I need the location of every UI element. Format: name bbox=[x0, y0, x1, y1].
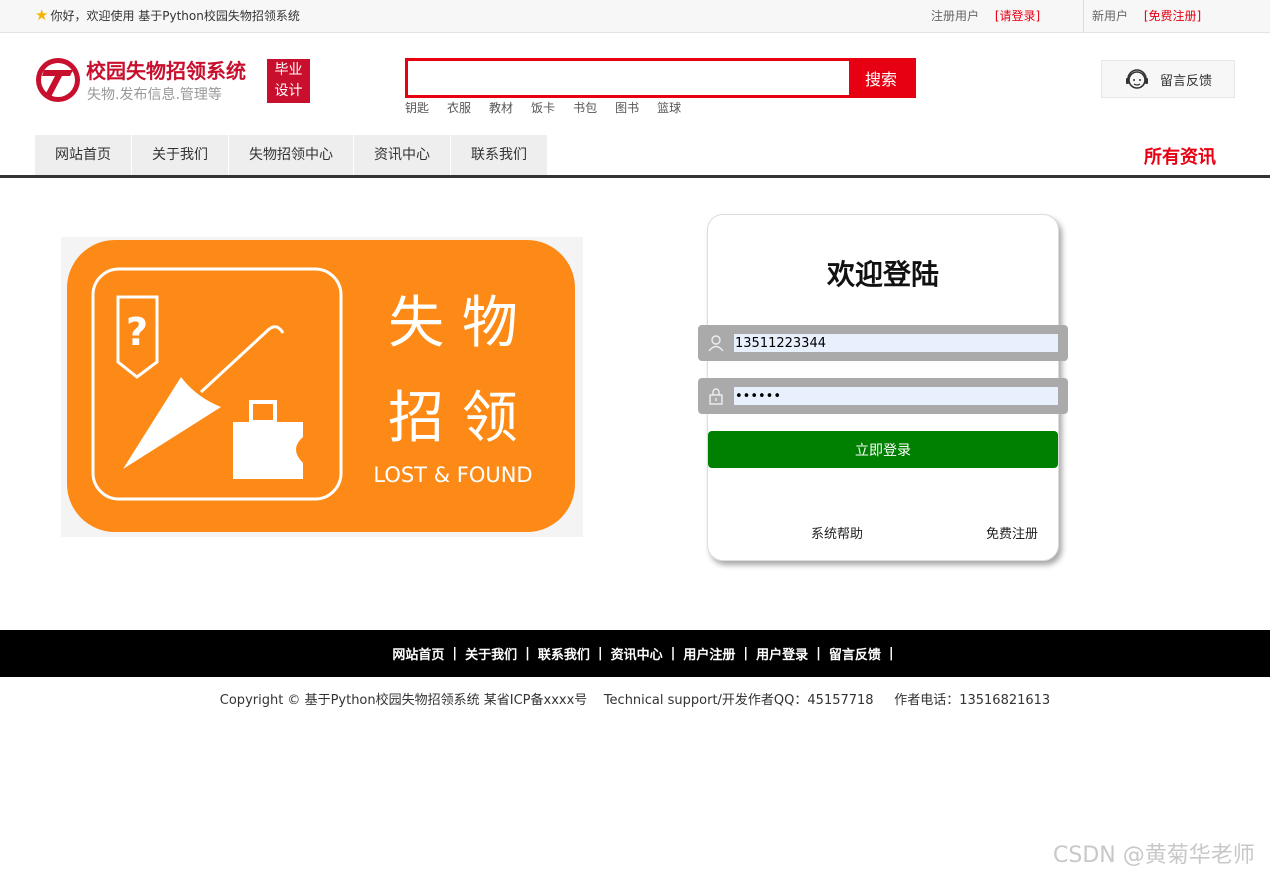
registered-label: 注册用户 bbox=[931, 9, 980, 23]
password-input[interactable] bbox=[734, 387, 1058, 405]
footer-link-register[interactable]: 用户注册 bbox=[683, 644, 735, 663]
footer-separator: | bbox=[743, 646, 749, 661]
search-box: 搜索 bbox=[405, 58, 916, 98]
footer-separator: | bbox=[525, 646, 530, 661]
top-bar: ★ 你好，欢迎使用 基于Python校园失物招领系统 注册用户 [请登录] 新用… bbox=[0, 0, 1270, 33]
login-title: 欢迎登陆 bbox=[826, 258, 939, 291]
logo-mark-icon bbox=[36, 58, 80, 102]
svg-text:?: ? bbox=[126, 310, 148, 354]
welcome-message: ★ 你好，欢迎使用 基于Python校园失物招领系统 bbox=[35, 7, 300, 24]
login-button[interactable]: 立即登录 bbox=[708, 431, 1058, 468]
system-help-link[interactable]: 系统帮助 bbox=[811, 523, 863, 542]
footer-link-news[interactable]: 资讯中心 bbox=[611, 644, 663, 663]
all-news-link[interactable]: 所有资讯 bbox=[1144, 143, 1216, 169]
register-link[interactable]: [免费注册] bbox=[1144, 9, 1201, 23]
hotword-item[interactable]: 图书 bbox=[615, 99, 639, 116]
nav-item-home[interactable]: 网站首页 bbox=[35, 135, 131, 175]
welcome-text: 你好，欢迎使用 基于Python校园失物招领系统 bbox=[50, 9, 300, 23]
search-input[interactable] bbox=[408, 61, 852, 95]
password-field bbox=[698, 378, 1068, 414]
user-icon bbox=[708, 335, 724, 352]
logo-badge: 毕业 设计 bbox=[267, 59, 310, 103]
nav-item-news[interactable]: 资讯中心 bbox=[354, 135, 450, 175]
footer-link-home[interactable]: 网站首页 bbox=[392, 644, 444, 663]
hotword-item[interactable]: 饭卡 bbox=[531, 99, 555, 116]
customer-service-icon bbox=[1126, 69, 1148, 89]
lost-found-illustration: ? 失 物 招 领 LOST & FOUND bbox=[67, 240, 575, 532]
banner-english: LOST & FOUND bbox=[373, 463, 532, 487]
footer-separator: | bbox=[816, 646, 821, 661]
site-logo[interactable]: 校园失物招领系统 失物.发布信息.管理等 毕业 设计 bbox=[35, 55, 315, 107]
username-field bbox=[698, 325, 1068, 361]
nav-item-about[interactable]: 关于我们 bbox=[132, 135, 228, 175]
free-register-link[interactable]: 免费注册 bbox=[986, 523, 1038, 542]
hotword-item[interactable]: 钥匙 bbox=[405, 99, 429, 116]
footer-separator: | bbox=[670, 646, 676, 661]
footer-link-contact[interactable]: 联系我们 bbox=[538, 644, 590, 663]
nav-divider bbox=[0, 175, 1270, 178]
feedback-label: 留言反馈 bbox=[1160, 73, 1213, 89]
badge-line-2: 设计 bbox=[274, 83, 303, 99]
banner-line-2: 招 领 bbox=[388, 386, 518, 451]
footer-link-login[interactable]: 用户登录 bbox=[756, 644, 808, 663]
footer-separator: | bbox=[452, 646, 458, 661]
csdn-watermark: CSDN @黄菊华老师 bbox=[1053, 843, 1255, 868]
login-card: 欢迎登陆 立即登录 系统帮助 免费注册 bbox=[698, 214, 1068, 561]
registered-user-block: 注册用户 [请登录] bbox=[931, 7, 1040, 24]
search-button[interactable]: 搜索 bbox=[849, 58, 913, 98]
star-icon: ★ bbox=[35, 6, 49, 24]
new-user-block: 新用户 [免费注册] bbox=[1083, 0, 1201, 33]
feedback-button[interactable]: 留言反馈 bbox=[1101, 60, 1235, 98]
hotword-item[interactable]: 教材 bbox=[489, 99, 513, 116]
nav-item-lost-found[interactable]: 失物招领中心 bbox=[229, 135, 353, 175]
logo-title: 校园失物招领系统 bbox=[86, 59, 246, 83]
nav-item-contact[interactable]: 联系我们 bbox=[451, 135, 547, 175]
banner-line-1: 失 物 bbox=[388, 291, 518, 356]
footer-separator: | bbox=[888, 646, 894, 661]
hotword-item[interactable]: 书包 bbox=[573, 99, 597, 116]
footer-separator: | bbox=[597, 646, 603, 661]
hotword-item[interactable]: 衣服 bbox=[447, 99, 471, 116]
lock-icon bbox=[709, 388, 723, 405]
username-input[interactable] bbox=[734, 334, 1058, 352]
footer-link-about[interactable]: 关于我们 bbox=[465, 644, 517, 663]
login-link[interactable]: [请登录] bbox=[995, 9, 1040, 23]
hot-keywords: 钥匙 衣服 教材 饭卡 书包 图书 篮球 bbox=[405, 99, 699, 116]
footer-link-feedback[interactable]: 留言反馈 bbox=[829, 644, 881, 663]
copyright-text: Copyright © 基于Python校园失物招领系统 某省ICP备xxxx号… bbox=[219, 693, 1051, 708]
logo-subtitle: 失物.发布信息.管理等 bbox=[87, 87, 222, 103]
main-nav: 网站首页 关于我们 失物招领中心 资讯中心 联系我们 bbox=[35, 135, 548, 175]
footer-nav: 网站首页 | 关于我们 | 联系我们 | 资讯中心 | 用户注册 | 用户登录 | 留言反馈… bbox=[0, 630, 1270, 677]
hotword-item[interactable]: 篮球 bbox=[657, 99, 681, 116]
new-user-label: 新用户 bbox=[1092, 9, 1129, 23]
lost-found-banner: ? 失 物 招 领 LOST & FOUND bbox=[61, 237, 583, 537]
badge-line-1: 毕业 bbox=[274, 62, 303, 78]
